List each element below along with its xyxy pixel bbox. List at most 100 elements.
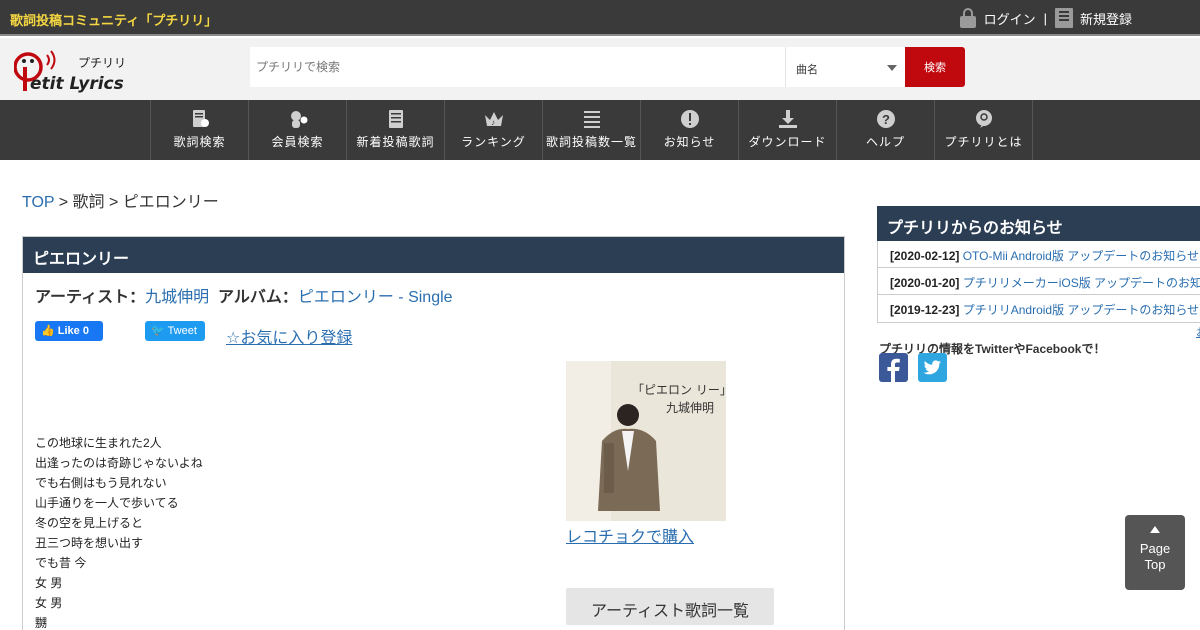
notice-icon (681, 110, 699, 128)
lyrics-line: 出逢ったのは奇跡じゃないよね (35, 456, 203, 470)
search-button[interactable]: 検索 (905, 47, 965, 87)
petit-lyrics-logo-icon: プチリリ etit Lyrics (13, 50, 126, 94)
page-top-button[interactable]: Page Top (1125, 515, 1185, 590)
page-top-line2: Top (1144, 557, 1166, 572)
auth-separator: | (1043, 10, 1047, 26)
artist-link[interactable]: 九城伸明 (145, 289, 209, 306)
lock-icon (959, 7, 976, 29)
news-heading: プチリリからのお知らせ (877, 206, 1200, 241)
search-type-value: 曲名 (796, 64, 818, 76)
arrow-up-icon (1150, 526, 1160, 533)
nav-item-post-count-list[interactable]: 歌詞投稿数一覧 (543, 100, 641, 160)
breadcrumb-separator: > (54, 194, 73, 211)
breadcrumb-top-link[interactable]: TOP (22, 194, 54, 211)
nav-item-about[interactable]: プチリリとは (935, 100, 1033, 160)
nav-item-ranking[interactable]: ♪ ランキング (445, 100, 543, 160)
lyrics-line: 嬲 (35, 616, 48, 630)
nav-label: 歌詞投稿数一覧 (545, 135, 637, 149)
facebook-like-label: Like 0 (57, 325, 89, 337)
breadcrumb-lyrics: 歌詞 (72, 194, 105, 211)
nav-item-lyrics-search[interactable]: 歌詞検索 (151, 100, 249, 160)
album-label: アルバム： (218, 289, 298, 306)
register-book-icon (1054, 8, 1073, 28)
nav-item-new-lyrics[interactable]: 新着投稿歌詞 (347, 100, 445, 160)
recochoku-buy-link[interactable]: レコチョクで購入 (566, 523, 694, 547)
page-top-line1: Page (1139, 541, 1171, 556)
nav-label: ダウンロード (748, 135, 827, 149)
breadcrumb-separator: > (104, 194, 123, 211)
cover-title: 「ピエロン リー」 (632, 383, 726, 397)
nav-label: 新着投稿歌詞 (356, 135, 435, 149)
facebook-icon[interactable] (879, 353, 908, 382)
lyrics-line: 女 男 (35, 576, 63, 590)
nav-item-notice[interactable]: お知らせ (641, 100, 739, 160)
header: プチリリ etit Lyrics 曲名 検索 (0, 38, 1200, 100)
tweet-label: Tweet (167, 325, 197, 337)
lyrics-line: この地球に生まれた2人 (35, 436, 162, 450)
news-link[interactable]: プチリリAndroid版 アップデートのお知らせ (963, 303, 1199, 317)
news-list: [2020-02-12] OTO-Mii Android版 アップデートのお知ら… (877, 241, 1200, 323)
new-lyrics-icon (389, 110, 403, 128)
auth-links: ログイン | 新規登録 (959, 6, 1132, 30)
nav-label: お知らせ (663, 135, 716, 149)
album-link[interactable]: ピエロンリー - Single (298, 289, 453, 306)
nav-label: プチリリとは (944, 135, 1023, 149)
news-date: [2020-02-12] (890, 249, 960, 263)
site-logo[interactable]: プチリリ etit Lyrics (13, 41, 126, 97)
search-input[interactable] (250, 47, 785, 87)
nav-label: 会員検索 (271, 135, 324, 149)
news-date: [2019-12-23] (890, 303, 960, 317)
lyrics-line: でも昔 今 (35, 556, 87, 570)
news-date: [2020-01-20] (890, 276, 960, 290)
search-lyrics-icon (193, 110, 209, 127)
tweet-button[interactable]: 🐦 Tweet (145, 321, 205, 341)
social-follow-text: プチリリの情報をTwitterやFacebookで！ (879, 342, 1106, 356)
top-bar: 歌詞投稿コミュニティ「プチリリ」 ログイン | 新規登録 (0, 0, 1200, 36)
news-link[interactable]: プチリリメーカーiOS版 アップデートのお知らせ (963, 276, 1200, 290)
facebook-like-button[interactable]: 👍 Like 0 (35, 321, 103, 341)
news-more-link[interactable]: お (1196, 324, 1200, 340)
song-title: ピエロンリー (23, 237, 844, 273)
nav-item-help[interactable]: ? ヘルプ (837, 100, 935, 160)
help-icon: ? (877, 110, 895, 128)
facebook-thumb-icon: 👍 (41, 325, 55, 337)
lyrics-line: 山手通りを一人で歩いてる (35, 496, 179, 510)
news-item: [2019-12-23] プチリリAndroid版 アップデートのお知らせ (878, 295, 1200, 322)
song-panel: ピエロンリー アーティスト：九城伸明 アルバム：ピエロンリー - Single … (22, 236, 845, 630)
twitter-bird-icon: 🐦 (151, 325, 165, 337)
nav-item-member-search[interactable]: 会員検索 (249, 100, 347, 160)
svg-text:etit Lyrics: etit Lyrics (30, 74, 124, 94)
album-cover[interactable]: 「ピエロン リー」 九城伸明 (566, 361, 726, 521)
nav-list: 歌詞検索 会員検索 新着投稿歌詞 ♪ ランキング 歌詞投稿数一覧 お知らせ ダウ… (150, 100, 1033, 160)
register-link[interactable]: 新規登録 (1080, 9, 1132, 28)
favorite-link[interactable]: ☆お気に入り登録 (226, 324, 352, 348)
lyrics-line: 女 男 (35, 596, 63, 610)
twitter-icon[interactable] (918, 353, 947, 382)
lyrics-line: 丑三つ時を想い出す (35, 536, 144, 550)
nav-label: 歌詞検索 (173, 135, 226, 149)
lyrics-body: この地球に生まれた2人 出逢ったのは奇跡じゃないよね でも右側はもう見れない 山… (35, 433, 203, 630)
cover-artist: 九城伸明 (666, 401, 715, 415)
twitter-bird-glyph (923, 360, 941, 375)
artist-lyrics-list-button[interactable]: アーティスト歌詞一覧 (566, 588, 774, 625)
chevron-down-icon (887, 65, 897, 71)
site-tagline[interactable]: 歌詞投稿コミュニティ「プチリリ」 (10, 10, 217, 29)
about-icon (976, 110, 992, 128)
lyrics-line: でも右側はもう見れない (35, 476, 167, 490)
breadcrumb: TOP > 歌詞 > ピエロンリー (22, 188, 219, 212)
artist-label: アーティスト： (35, 289, 146, 306)
search-type-select[interactable]: 曲名 (785, 47, 905, 87)
facebook-f-glyph (887, 358, 900, 382)
login-link[interactable]: ログイン (984, 9, 1036, 28)
svg-text:♪: ♪ (491, 118, 496, 127)
ranking-crown-icon: ♪ (485, 112, 503, 127)
member-search-icon (291, 111, 308, 128)
nav-item-download[interactable]: ダウンロード (739, 100, 837, 160)
main-nav: 歌詞検索 会員検索 新着投稿歌詞 ♪ ランキング 歌詞投稿数一覧 お知らせ ダウ… (0, 100, 1200, 160)
song-meta: アーティスト：九城伸明 アルバム：ピエロンリー - Single (35, 283, 453, 307)
breadcrumb-current: ピエロンリー (122, 194, 219, 211)
svg-text:プチリリ: プチリリ (78, 56, 124, 70)
nav-label: ヘルプ (865, 135, 905, 149)
news-link[interactable]: OTO-Mii Android版 アップデートのお知らせ (963, 249, 1199, 263)
nav-label: ランキング (461, 135, 526, 149)
